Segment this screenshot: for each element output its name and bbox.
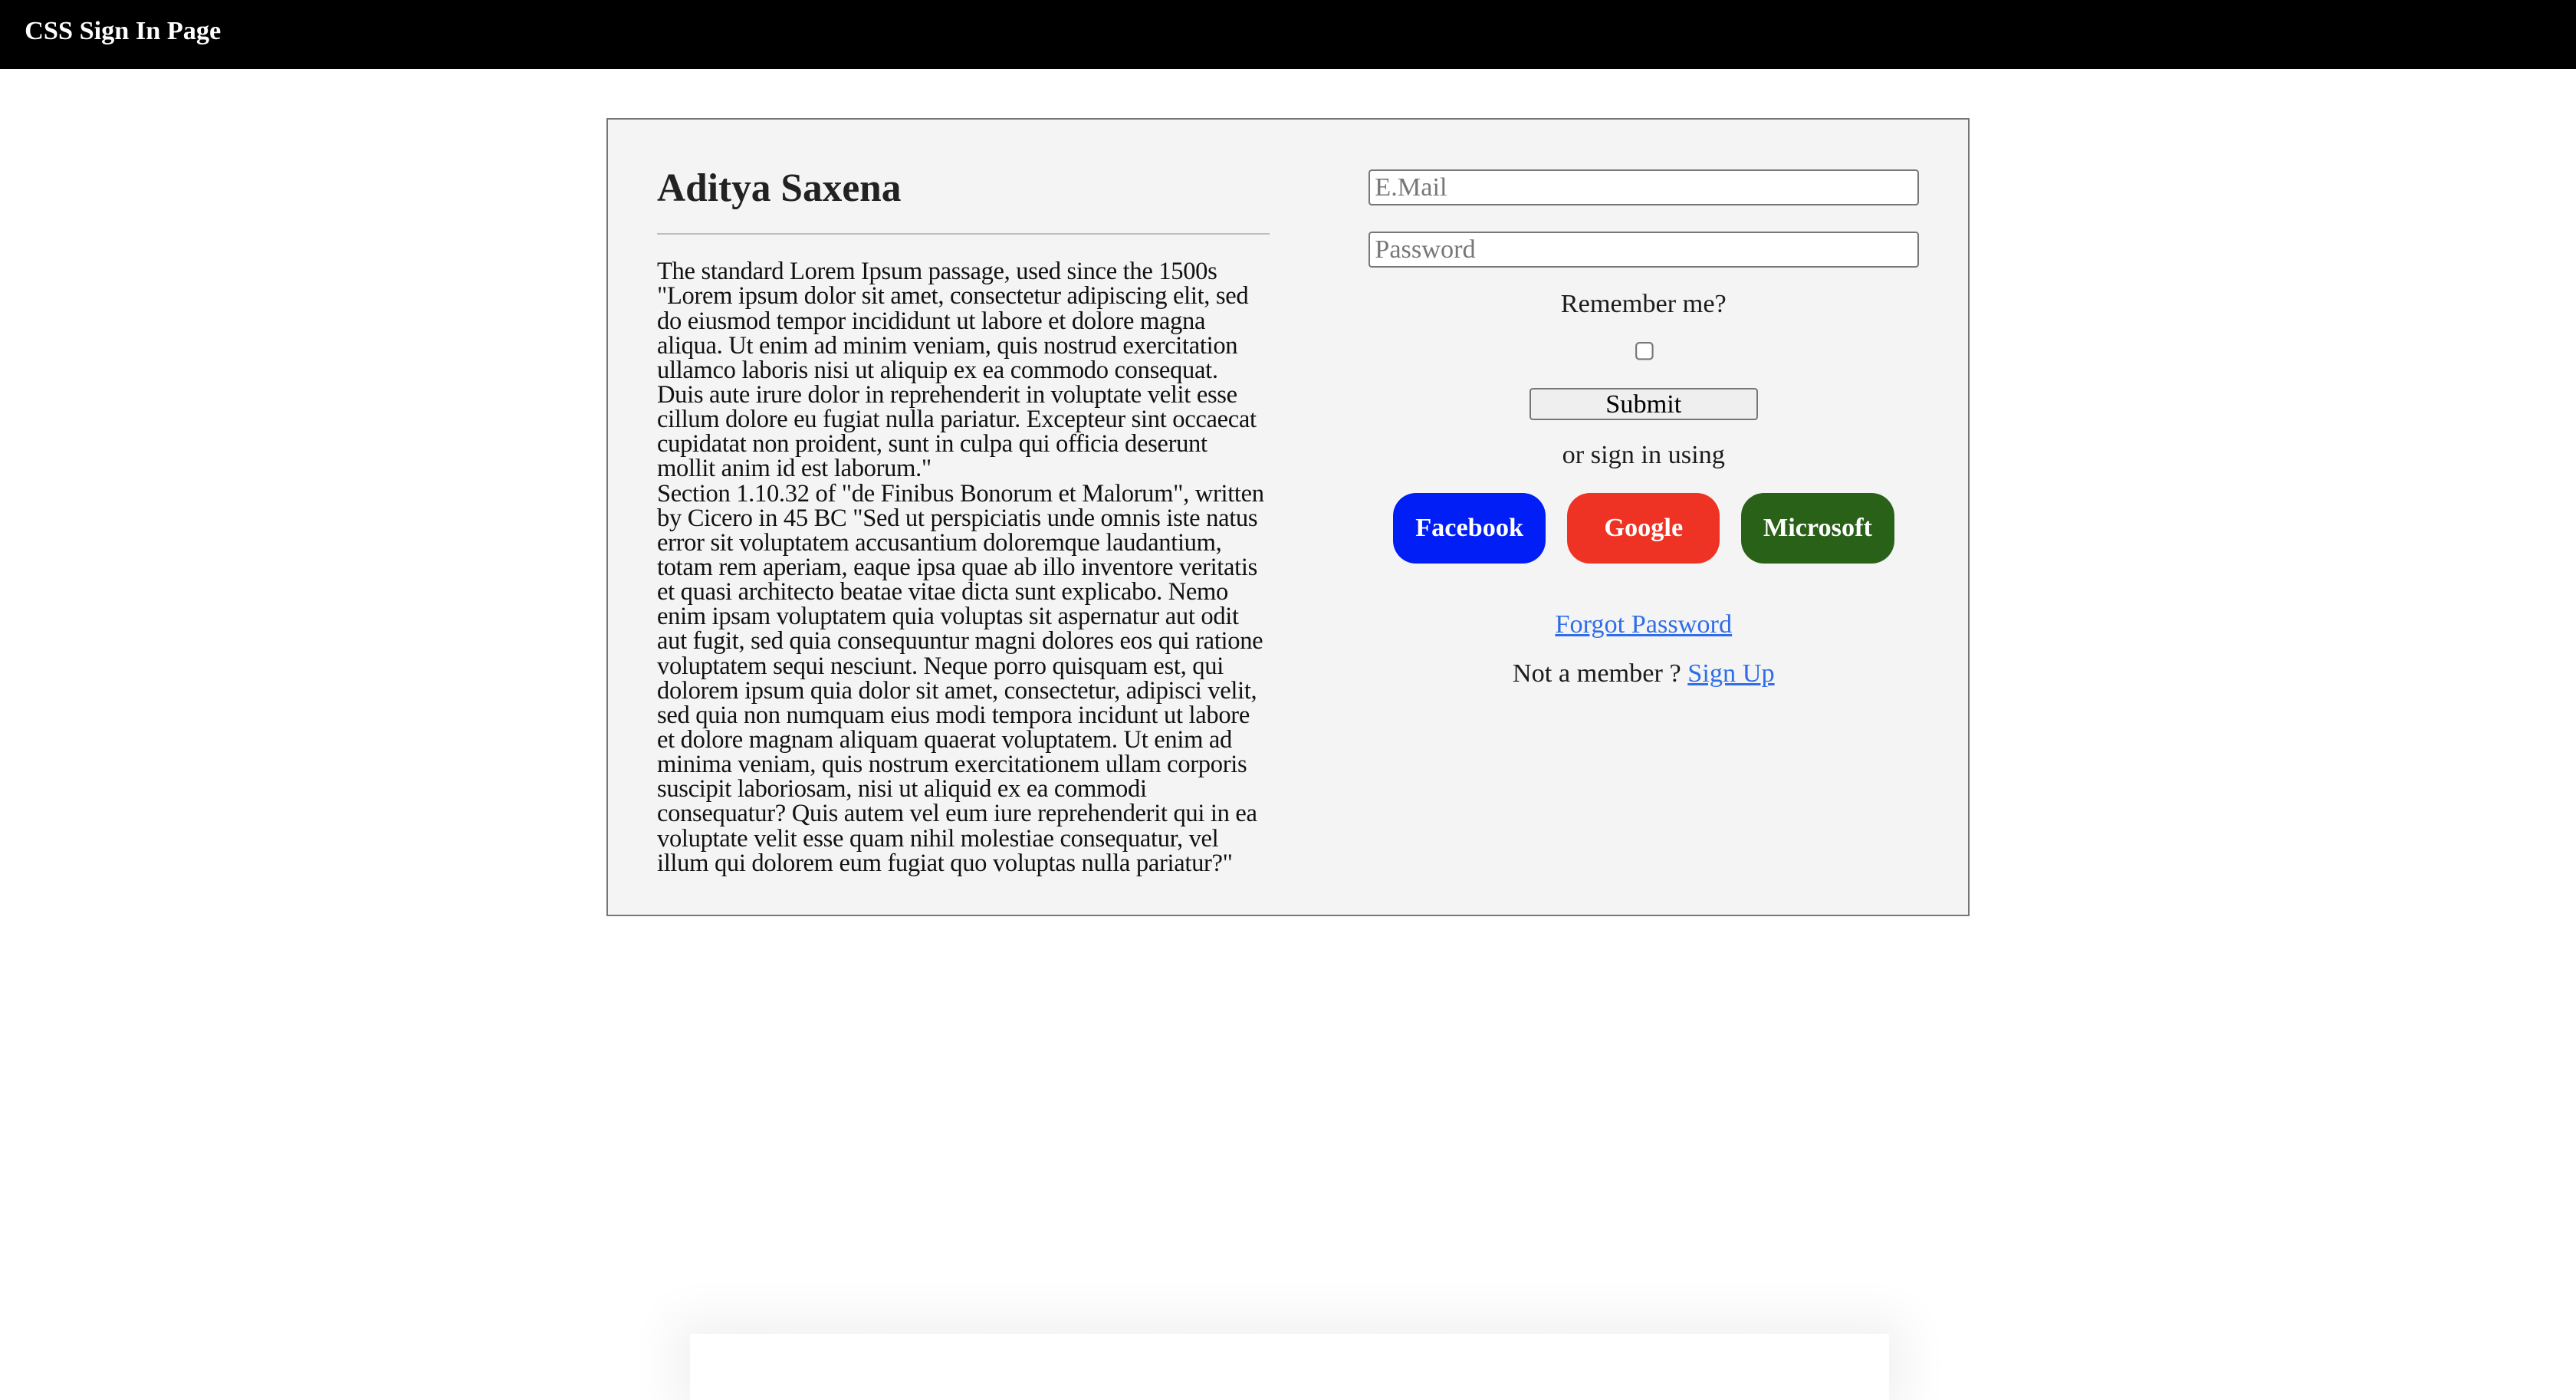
divider — [656, 233, 1270, 235]
remember-label: Remember me? — [1560, 288, 1727, 318]
lorem-text-1: The standard Lorem Ipsum passage, used s… — [656, 258, 1257, 483]
info-column: Aditya Saxena The standard Lorem Ipsum p… — [656, 120, 1270, 876]
or-sign-in-label: or sign in using — [1562, 440, 1725, 470]
lorem-paragraph: The standard Lorem Ipsum passage, used s… — [657, 259, 1270, 876]
not-member-label: Not a member ? — [1512, 659, 1681, 688]
microsoft-button[interactable]: Microsoft — [1741, 492, 1894, 564]
remember-checkbox[interactable] — [1634, 341, 1654, 362]
author-name: Aditya Saxena — [656, 166, 902, 211]
google-button[interactable]: Google — [1567, 492, 1720, 564]
lorem-text-2: Section 1.10.32 of "de Finibus Bonorum e… — [656, 479, 1264, 877]
sign-up-link[interactable]: Sign Up — [1687, 659, 1774, 688]
signup-row: Not a member ? Sign Up — [1368, 659, 1919, 688]
facebook-button[interactable]: Facebook — [1392, 492, 1546, 564]
password-input[interactable] — [1368, 231, 1919, 268]
page-title: CSS Sign In Page — [25, 16, 222, 46]
footer-shadow — [690, 1334, 1889, 1400]
submit-button[interactable]: Submit — [1529, 387, 1758, 421]
email-input[interactable] — [1368, 169, 1919, 205]
sign-in-card: Aditya Saxena The standard Lorem Ipsum p… — [606, 118, 1970, 917]
top-header: CSS Sign In Page — [0, 0, 2576, 69]
forgot-password-link[interactable]: Forgot Password — [1555, 610, 1732, 639]
